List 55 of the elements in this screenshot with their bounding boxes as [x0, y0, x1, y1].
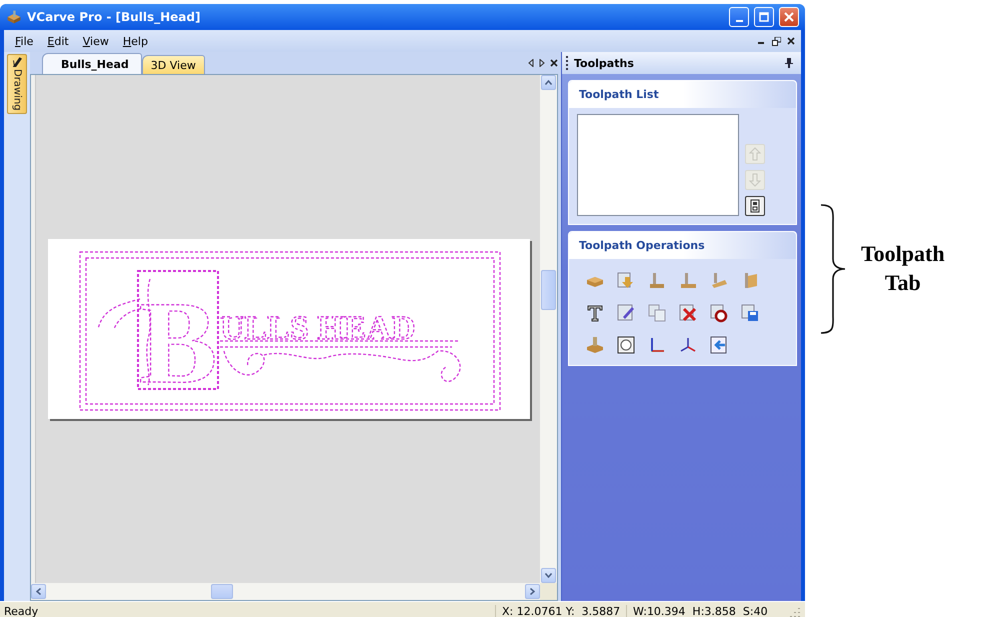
minimize-icon	[736, 20, 742, 22]
drawing-tab[interactable]: Drawing	[7, 54, 27, 114]
move-up-icon	[748, 147, 762, 161]
menu-item[interactable]: View	[78, 32, 114, 50]
window-title: VCarve Pro - [Bulls_Head]	[27, 10, 202, 24]
close-button[interactable]	[779, 7, 799, 27]
scroll-up-button[interactable]	[541, 75, 556, 90]
text-icon[interactable]	[585, 303, 605, 323]
pencil-icon	[11, 57, 23, 68]
panel-title: Toolpaths	[574, 56, 635, 70]
menu-item[interactable]: Edit	[42, 32, 74, 50]
maximize-button[interactable]	[754, 7, 774, 27]
move-down-icon	[748, 173, 762, 187]
caret-down-icon	[545, 573, 552, 578]
scroll-down-button[interactable]	[541, 568, 556, 583]
document-tab[interactable]: 3D View	[142, 55, 205, 74]
caret-up-icon	[545, 80, 552, 85]
caret-right-icon	[530, 588, 535, 595]
cursor-coordinates: X: 12.0761 Y: 3.5887	[495, 605, 626, 617]
save-icon[interactable]	[740, 303, 760, 323]
pin-icon[interactable]	[785, 58, 793, 68]
document-tab[interactable]: Bulls_Head	[42, 53, 142, 74]
horizontal-scrollbar[interactable]	[31, 583, 540, 600]
status-message: Ready	[4, 605, 40, 617]
section-title: Toolpath Operations	[569, 232, 796, 259]
calculator-icon	[748, 199, 762, 213]
annotation-label: Toolpath Tab	[861, 240, 945, 296]
app-icon	[6, 9, 22, 25]
vertical-scrollbar[interactable]	[540, 75, 557, 583]
calculator-button[interactable]	[745, 196, 765, 216]
design-initial: B	[138, 277, 218, 408]
delete-icon[interactable]	[678, 303, 698, 323]
edit-sheet-icon[interactable]	[616, 303, 636, 323]
scroll-right-button[interactable]	[525, 584, 540, 599]
import-icon[interactable]	[709, 335, 729, 355]
restore-icon[interactable]	[772, 36, 781, 46]
frame-icon[interactable]	[616, 335, 636, 355]
menu-item[interactable]: File	[10, 32, 38, 50]
selection-size: W:10.394 H:3.858 S:40	[626, 605, 789, 617]
caret-left-icon	[36, 588, 41, 595]
scroll-left-icon[interactable]	[528, 59, 534, 67]
maximize-icon	[759, 12, 769, 22]
scroll-right-icon[interactable]	[539, 59, 545, 67]
close-icon[interactable]	[787, 37, 795, 45]
design-title: ULLS HEAD	[220, 310, 416, 347]
toolpath-list[interactable]	[577, 114, 739, 216]
scroll-thumb[interactable]	[211, 584, 233, 599]
close-icon[interactable]	[550, 59, 558, 67]
minimize-button[interactable]	[729, 7, 749, 27]
scroll-left-button[interactable]	[31, 584, 46, 599]
section-title: Toolpath List	[569, 81, 796, 108]
menu-item[interactable]: Help	[118, 32, 153, 50]
resize-grip-icon[interactable]	[789, 606, 801, 617]
scroll-thumb[interactable]	[541, 270, 556, 310]
close-icon	[784, 12, 794, 22]
